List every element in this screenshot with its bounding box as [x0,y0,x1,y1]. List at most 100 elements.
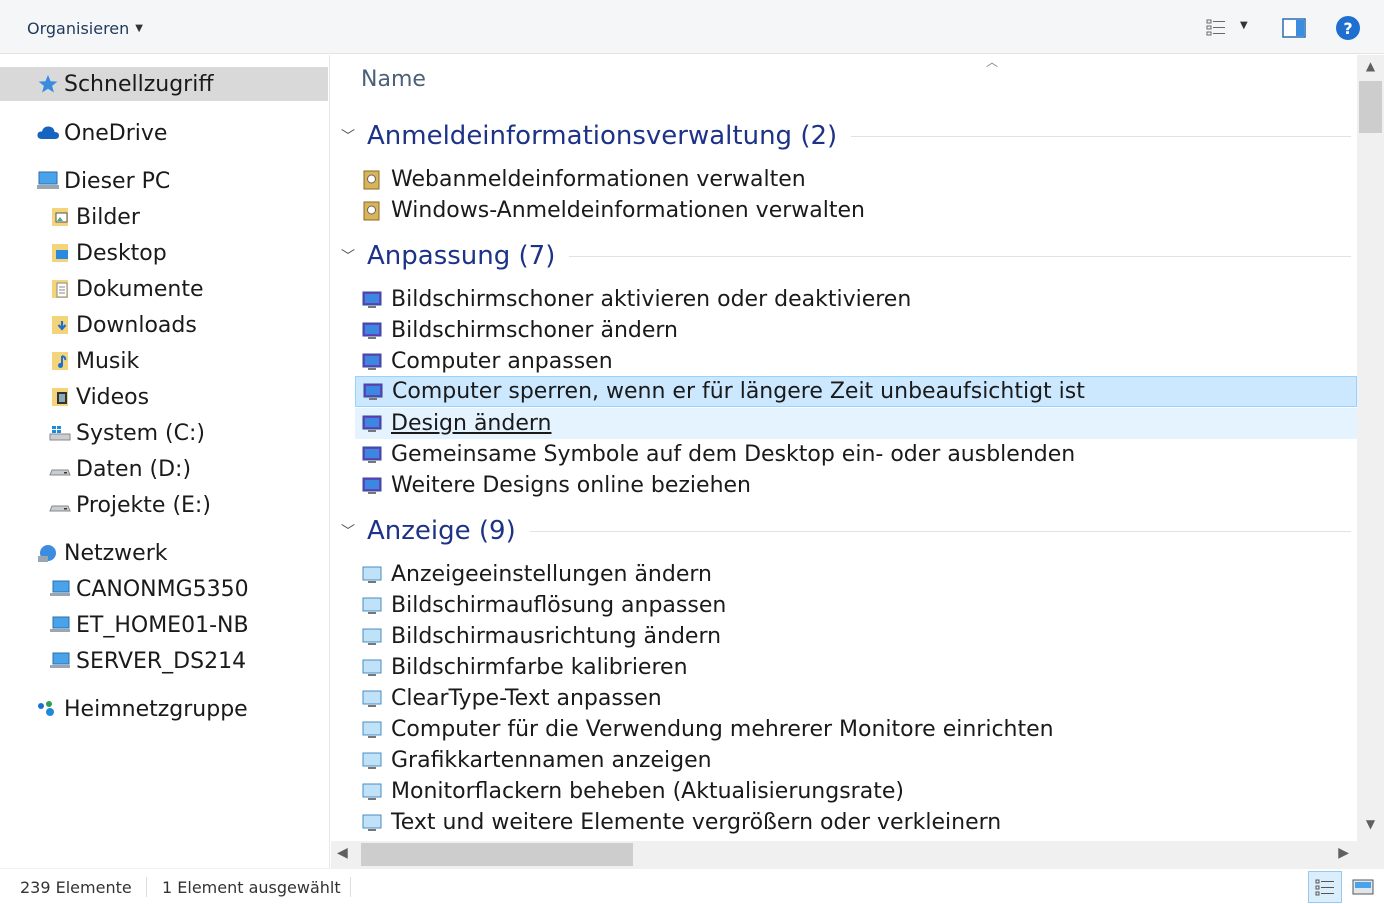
list-item-hovered[interactable]: Design ändern [355,408,1357,439]
group-header[interactable]: ﹀ Anmeldeinformationsverwaltung (2) [341,118,1351,154]
nav-item-system-drive[interactable]: System (C:) [48,416,205,450]
horizontal-scrollbar[interactable]: ◀ ▶ [331,841,1357,868]
list-item[interactable]: Webanmeldeinformationen verwalten [355,164,1357,195]
list-item-selected[interactable]: Computer sperren, wenn er für längere Ze… [355,376,1357,407]
nav-item-onedrive[interactable]: OneDrive [36,116,167,150]
nav-item-network-device[interactable]: SERVER_DS214 [48,644,246,678]
nav-label: Desktop [76,240,167,266]
scroll-up-icon[interactable]: ▲ [1357,59,1384,79]
scrollbar-thumb[interactable] [1359,81,1382,133]
nav-item-projects-drive[interactable]: Projekte (E:) [48,488,211,522]
status-divider [146,877,147,897]
list-item[interactable]: Bildschirmschoner ändern [355,315,1357,346]
list-item[interactable]: Computer anpassen [355,346,1357,377]
nav-item-music[interactable]: Musik [48,344,139,378]
personalization-icon [361,351,383,373]
scrollbar-thumb[interactable] [361,843,633,866]
group-title: Anpassung (7) [367,241,556,271]
list-item[interactable]: Text und weitere Elemente vergrößern ode… [355,807,1357,838]
nav-item-desktop[interactable]: Desktop [48,236,167,270]
list-item[interactable]: Bildschirmfarbe kalibrieren [355,652,1357,683]
selection-count: 1 Element ausgewählt [162,878,341,897]
nav-label: Videos [76,384,150,410]
file-list: ︿ Name ﹀ Anmeldeinformationsverwaltung (… [331,55,1357,841]
item-label: Bildschirmschoner aktivieren oder deakti… [391,287,912,312]
view-options-chevron-icon[interactable]: ▼ [1240,20,1248,31]
computer-icon [48,577,72,601]
list-item[interactable]: Bildschirmausrichtung ändern [355,621,1357,652]
list-item[interactable]: Computer für die Verwendung mehrerer Mon… [355,714,1357,745]
command-bar: Organisieren ▼ ▼ ? [0,0,1384,54]
list-item[interactable]: Monitorflackern beheben (Aktualisierungs… [355,776,1357,807]
list-item[interactable]: Grafikkartennamen anzeigen [355,745,1357,776]
nav-label: Projekte (E:) [76,492,211,518]
videos-folder-icon [48,385,72,409]
large-icons-view-button[interactable] [1346,871,1380,903]
list-item[interactable]: Gemeinsame Symbole auf dem Desktop ein- … [355,439,1357,470]
item-label: Bildschirmauflösung anpassen [391,593,727,618]
group-header[interactable]: ﹀ Anzeige (9) [341,513,1351,549]
computer-icon [48,649,72,673]
item-label: Monitorflackern beheben (Aktualisierungs… [391,779,904,804]
nav-item-downloads[interactable]: Downloads [48,308,197,342]
list-item[interactable]: Windows-Anmeldeinformationen verwalten [355,195,1357,226]
display-icon [361,781,383,803]
display-icon [361,626,383,648]
status-bar: 239 Elemente 1 Element ausgewählt [0,868,1384,904]
list-item[interactable]: Bildschirmauflösung anpassen [355,590,1357,621]
personalization-icon [361,289,383,311]
nav-item-network[interactable]: Netzwerk [36,536,167,570]
item-label: Bildschirmfarbe kalibrieren [391,655,688,680]
group-divider [529,530,1351,532]
large-icons-view-icon [1352,879,1374,895]
vertical-scrollbar[interactable]: ▲ ▼ [1357,55,1384,841]
display-icon [361,750,383,772]
item-label: Anzeigeeinstellungen ändern [391,562,712,587]
nav-item-quick-access[interactable]: Schnellzugriff [0,67,328,101]
navigation-pane: Schnellzugriff OneDrive Dieser PC Bilder… [0,55,330,868]
group-header[interactable]: ﹀ Anpassung (7) [341,238,1351,274]
group-divider [569,255,1351,257]
nav-item-homegroup[interactable]: Heimnetzgruppe [36,692,248,726]
details-view-button[interactable] [1308,871,1342,903]
credential-manager-icon [361,169,383,191]
downloads-folder-icon [48,313,72,337]
nav-item-documents[interactable]: Dokumente [48,272,203,306]
item-label: Weitere Designs online beziehen [391,473,751,498]
computer-icon [36,169,60,193]
nav-item-data-drive[interactable]: Daten (D:) [48,452,191,486]
item-label: Computer sperren, wenn er für längere Ze… [392,379,1085,404]
column-header-name[interactable]: Name [361,67,426,92]
computer-icon [48,613,72,637]
preview-pane-icon[interactable] [1282,18,1306,38]
organize-menu-button[interactable]: Organisieren ▼ [27,19,143,38]
item-label: Computer für die Verwendung mehrerer Mon… [391,717,1054,742]
cloud-icon [36,121,60,145]
music-folder-icon [48,349,72,373]
display-icon [361,719,383,741]
nav-item-network-device[interactable]: ET_HOME01-NB [48,608,249,642]
nav-item-network-device[interactable]: CANONMG5350 [48,572,249,606]
nav-label: Dieser PC [64,168,171,194]
nav-item-this-pc[interactable]: Dieser PC [36,164,170,198]
details-view-icon [1315,879,1334,896]
display-icon [361,812,383,834]
sort-ascending-icon: ︿ [986,55,999,69]
scroll-right-icon[interactable]: ▶ [1338,845,1349,861]
item-label: Bildschirmausrichtung ändern [391,624,722,649]
item-label: ClearType-Text anpassen [391,686,662,711]
help-icon[interactable]: ? [1336,16,1360,40]
nav-item-videos[interactable]: Videos [48,380,149,414]
scroll-down-icon[interactable]: ▼ [1357,817,1384,837]
list-item[interactable]: Anzeigeeinstellungen ändern [355,559,1357,590]
list-item[interactable]: Weitere Designs online beziehen [355,470,1357,501]
nav-item-pictures[interactable]: Bilder [48,200,140,234]
item-count: 239 Elemente [20,878,132,897]
chevron-down-icon: ▼ [135,23,143,34]
list-item[interactable]: ClearType-Text anpassen [355,683,1357,714]
list-item[interactable]: Bildschirmschoner aktivieren oder deakti… [355,284,1357,315]
scroll-left-icon[interactable]: ◀ [337,845,348,861]
change-view-icon[interactable] [1206,18,1226,38]
personalization-icon [361,475,383,497]
personalization-icon [361,320,383,342]
